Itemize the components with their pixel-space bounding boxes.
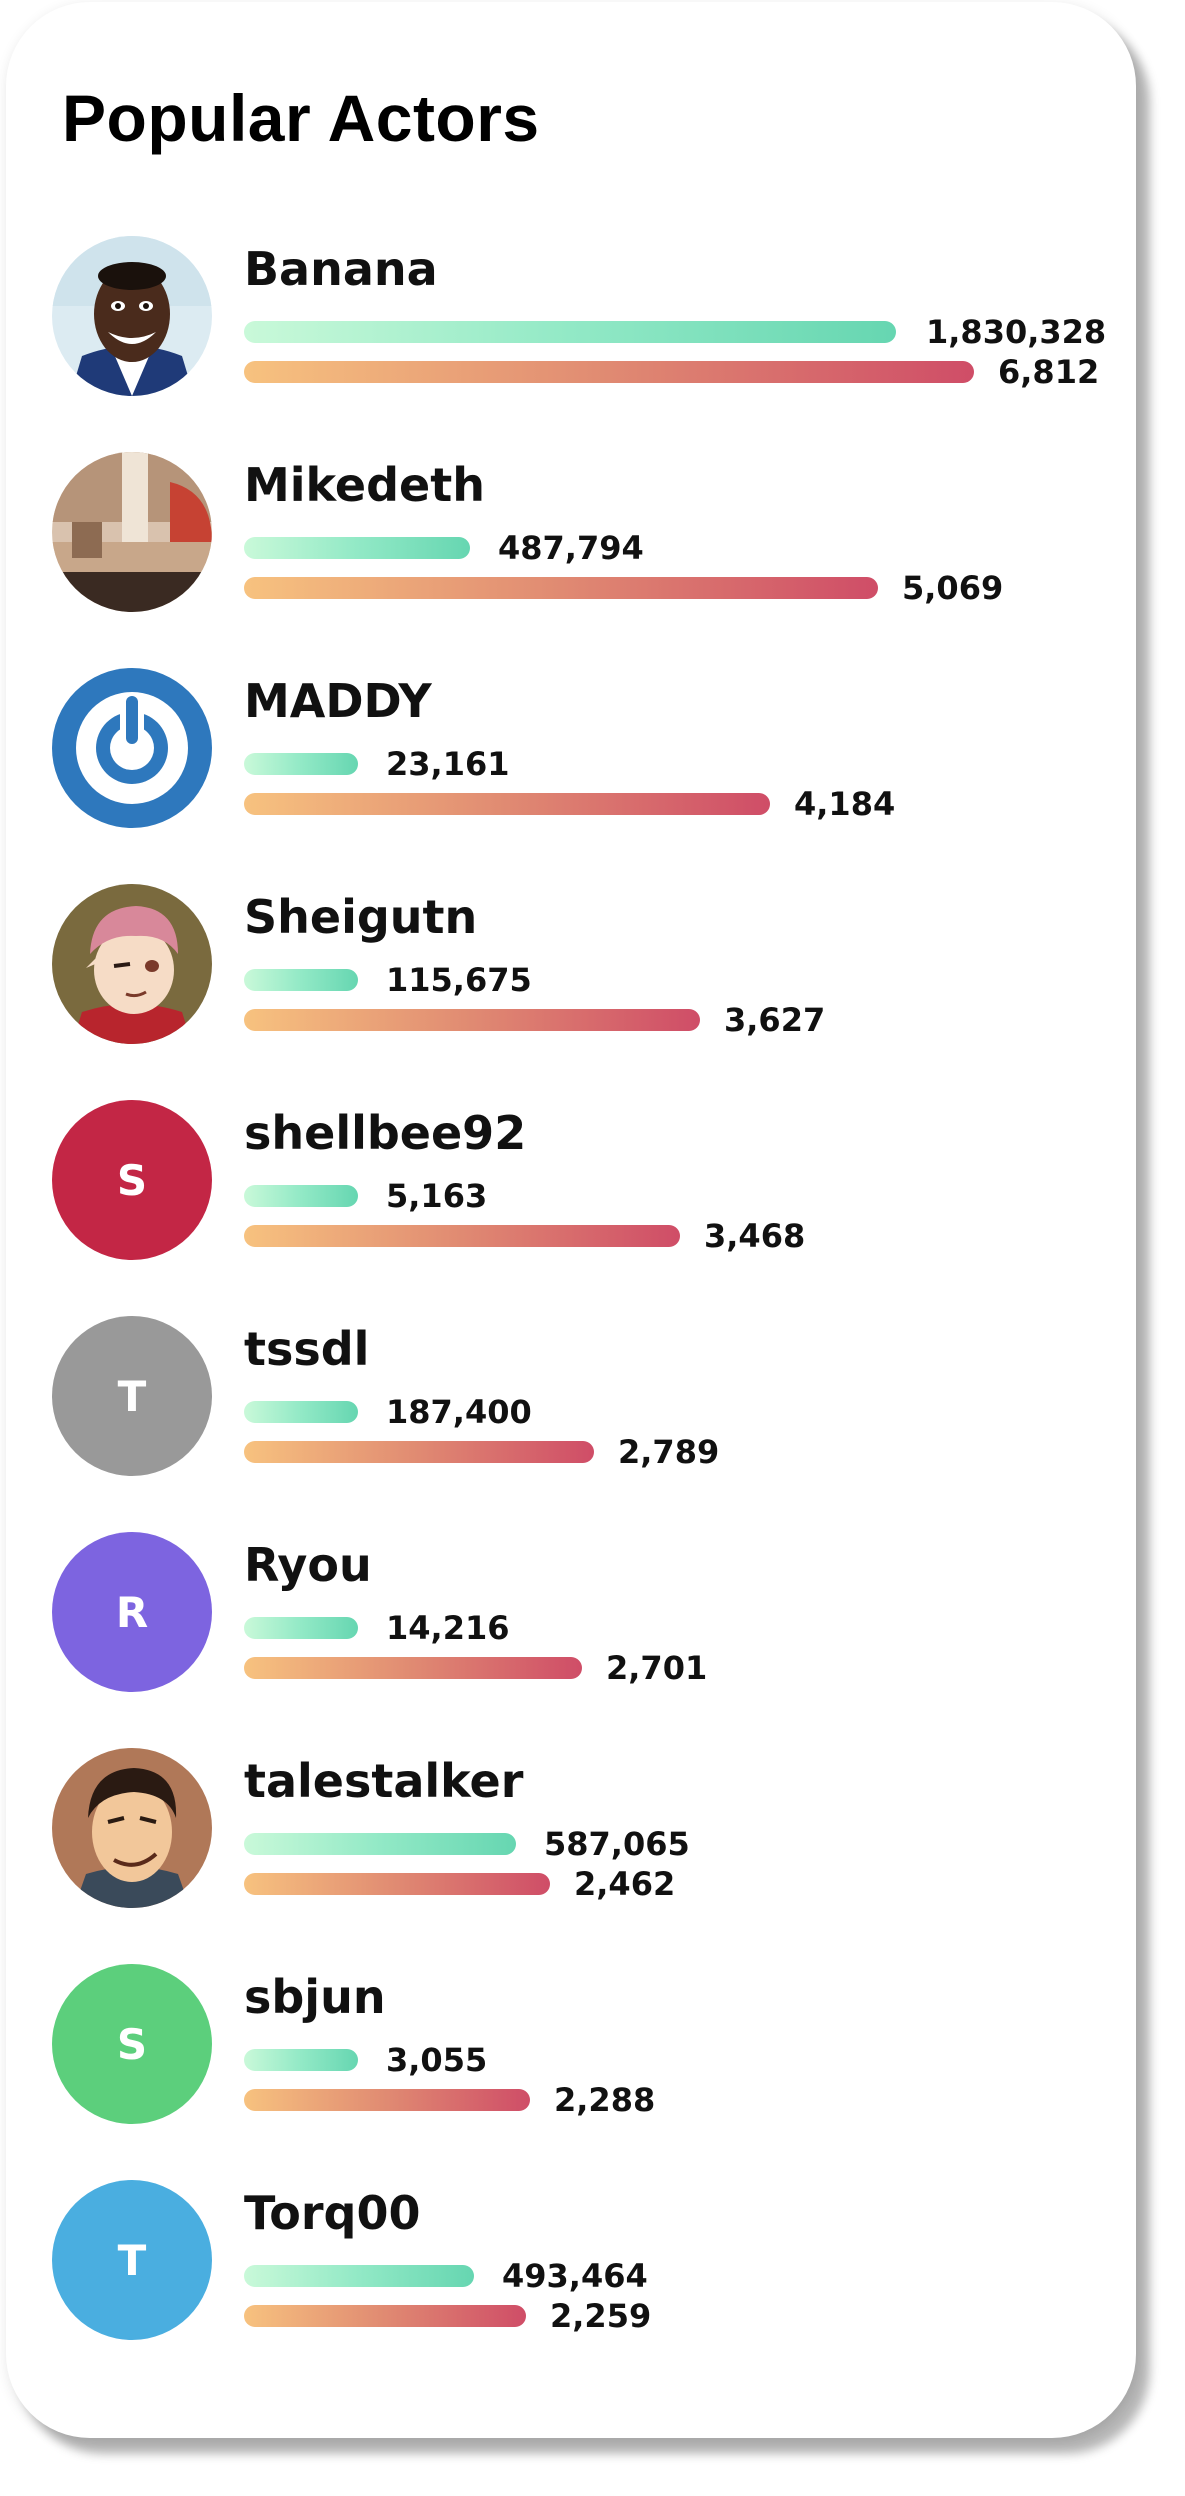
actor-row-banana[interactable]: Banana 1,830,328 6,812 (6, 236, 1136, 404)
actor-name: Banana (244, 242, 438, 296)
secondary-value-label: 2,259 (550, 2297, 652, 2335)
power-ring-logo-icon (52, 668, 212, 828)
primary-value-bar (244, 2265, 474, 2287)
actor-name: shellbee92 (244, 1106, 527, 1160)
secondary-value-label: 2,701 (606, 1649, 708, 1687)
secondary-value-bar (244, 1657, 582, 1679)
primary-value-bar (244, 537, 470, 559)
primary-value-bar (244, 1833, 516, 1855)
primary-value-label: 5,163 (386, 1177, 488, 1215)
avatar-initial-letter: S (116, 2019, 148, 2069)
card-title: Popular Actors (62, 81, 540, 155)
secondary-value-label: 6,812 (998, 353, 1100, 391)
secondary-value-bar (244, 793, 770, 815)
primary-value-label: 487,794 (498, 529, 644, 567)
actor-row-shellbee92[interactable]: S shellbee92 5,163 3,468 (6, 1100, 1136, 1268)
avatar-photo-interior (52, 452, 212, 612)
avatar-initial-letter: T (117, 2235, 147, 2285)
primary-value-bar (244, 2049, 358, 2071)
avatar-anime-character (52, 884, 212, 1044)
avatar-initial-letter: S (116, 1155, 148, 1205)
secondary-value-bar (244, 1873, 550, 1895)
avatar-photo-smiling-man (52, 236, 212, 396)
secondary-value-bar (244, 2305, 526, 2327)
avatar-initial: R (52, 1532, 212, 1692)
secondary-value-label: 5,069 (902, 569, 1004, 607)
actor-row-torq00[interactable]: T Torq00 493,464 2,259 (6, 2180, 1136, 2348)
actor-name: Torq00 (244, 2186, 421, 2240)
actor-name: Sheigutn (244, 890, 478, 944)
primary-value-label: 115,675 (386, 961, 532, 999)
secondary-value-bar (244, 1009, 700, 1031)
primary-value-label: 14,216 (386, 1609, 510, 1647)
actor-name: Ryou (244, 1538, 372, 1592)
primary-value-label: 1,830,328 (926, 313, 1107, 351)
actor-name: talestalker (244, 1754, 524, 1808)
secondary-value-label: 3,627 (724, 1001, 826, 1039)
actor-row-talestalker[interactable]: talestalker 587,065 2,462 (6, 1748, 1136, 1916)
secondary-value-label: 2,288 (554, 2081, 656, 2119)
primary-value-label: 23,161 (386, 745, 510, 783)
actor-name: sbjun (244, 1970, 386, 2024)
actor-name: tssdl (244, 1322, 370, 1376)
secondary-value-bar (244, 1441, 594, 1463)
primary-value-bar (244, 321, 896, 343)
avatar-initial: S (52, 1100, 212, 1260)
actor-row-sbjun[interactable]: S sbjun 3,055 2,288 (6, 1964, 1136, 2132)
avatar-initial-letter: T (117, 1371, 147, 1421)
actor-row-mikedeth[interactable]: Mikedeth 487,794 5,069 (6, 452, 1136, 620)
secondary-value-label: 3,468 (704, 1217, 806, 1255)
actor-name: MADDY (244, 674, 432, 728)
primary-value-bar (244, 1401, 358, 1423)
primary-value-label: 493,464 (502, 2257, 648, 2295)
popular-actors-card: Popular Actors Banana 1,830,328 6,812 Mi… (6, 2, 1136, 2438)
primary-value-bar (244, 1185, 358, 1207)
avatar-initial: T (52, 2180, 212, 2340)
primary-value-label: 587,065 (544, 1825, 690, 1863)
avatar-initial-letter: R (115, 1587, 149, 1637)
primary-value-bar (244, 1617, 358, 1639)
primary-value-bar (244, 753, 358, 775)
actor-name: Mikedeth (244, 458, 485, 512)
secondary-value-bar (244, 1225, 680, 1247)
avatar-cartoon-man (52, 1748, 212, 1908)
secondary-value-label: 2,462 (574, 1865, 676, 1903)
secondary-value-label: 4,184 (794, 785, 896, 823)
secondary-value-bar (244, 577, 878, 599)
primary-value-label: 187,400 (386, 1393, 532, 1431)
primary-value-bar (244, 969, 358, 991)
actor-row-ryou[interactable]: R Ryou 14,216 2,701 (6, 1532, 1136, 1700)
actor-row-sheigutn[interactable]: Sheigutn 115,675 3,627 (6, 884, 1136, 1052)
secondary-value-bar (244, 361, 974, 383)
secondary-value-label: 2,789 (618, 1433, 720, 1471)
avatar-initial: T (52, 1316, 212, 1476)
actor-row-maddy[interactable]: MADDY 23,161 4,184 (6, 668, 1136, 836)
avatar-initial: S (52, 1964, 212, 2124)
actor-row-tssdl[interactable]: T tssdl 187,400 2,789 (6, 1316, 1136, 1484)
secondary-value-bar (244, 2089, 530, 2111)
primary-value-label: 3,055 (386, 2041, 488, 2079)
